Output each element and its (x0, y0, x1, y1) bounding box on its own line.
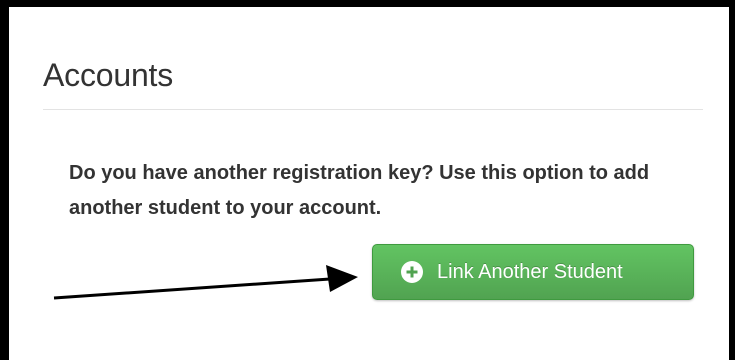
arrow-right-icon (53, 265, 358, 300)
registration-key-description: Do you have another registration key? Us… (69, 162, 650, 219)
link-another-student-button[interactable]: Link Another Student (372, 244, 694, 300)
screenshot-frame: Accounts Do you have another registratio… (0, 0, 735, 360)
panel-title: Accounts (43, 57, 174, 93)
plus-circle-icon (401, 261, 423, 283)
link-another-student-label: Link Another Student (437, 260, 623, 283)
title-divider (43, 109, 703, 110)
